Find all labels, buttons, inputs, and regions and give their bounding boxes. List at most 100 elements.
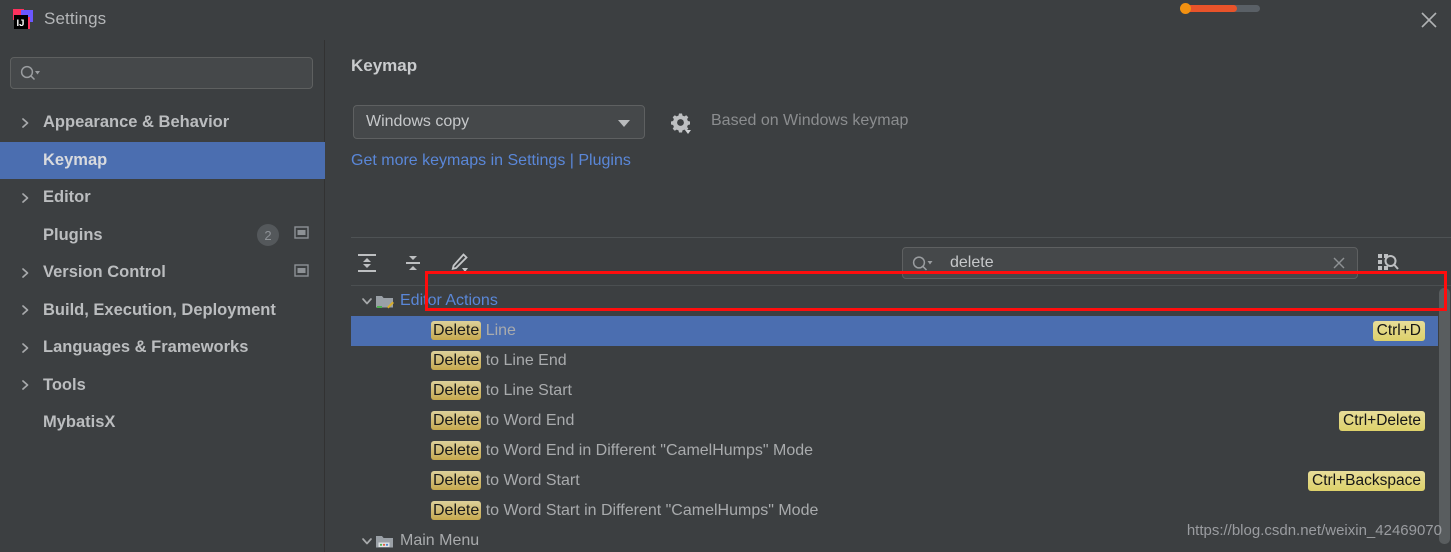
orange-slider[interactable]	[1180, 3, 1260, 14]
collapse-all-icon	[406, 256, 420, 270]
sidebar-item-plugins[interactable]: Plugins 2	[0, 217, 325, 255]
intellij-idea-logo-icon: IJ	[12, 8, 34, 30]
sidebar: Appearance & Behavior Keymap Editor Plugins…	[0, 40, 325, 552]
sidebar-item-label: Build, Execution, Deployment	[43, 300, 276, 319]
chevron-down-icon	[362, 298, 372, 305]
tree-row[interactable]: Delete to Line End	[351, 346, 1451, 376]
find-actions-input[interactable]: delete	[902, 247, 1358, 279]
clear-icon	[1333, 257, 1345, 269]
tree-row[interactable]: Delete to Line Start	[351, 376, 1451, 406]
find-by-shortcut-button[interactable]	[1372, 248, 1402, 278]
panel-window-icon	[294, 264, 309, 282]
expand-chevron[interactable]	[18, 341, 36, 355]
clear-search-button[interactable]	[1331, 255, 1347, 276]
tree-row-label: Delete Line	[431, 321, 516, 340]
sidebar-item-label: Tools	[43, 375, 86, 394]
edit-shortcut-button[interactable]	[443, 247, 475, 279]
expand-chevron[interactable]	[18, 303, 36, 317]
keymap-select-value: Windows copy	[366, 113, 470, 130]
tree-row[interactable]: Delete Line Ctrl+D	[351, 316, 1451, 346]
keymap-tree-rows: Editor Actions Delete Line Ctrl+D Delete to…	[351, 286, 1451, 552]
expand-chevron[interactable]	[359, 534, 375, 548]
sidebar-item-languages-frameworks[interactable]: Languages & Frameworks	[0, 329, 325, 367]
find-actions-value: delete	[950, 254, 994, 271]
window-title: Settings	[44, 9, 107, 28]
sidebar-item-appearance-behavior[interactable]: Appearance & Behavior	[0, 104, 325, 142]
search-match-highlight: Delete	[431, 381, 482, 400]
search-match-highlight: Delete	[431, 441, 482, 460]
keyboard-shortcut-badge: Ctrl+D	[1372, 321, 1425, 341]
search-icon	[19, 64, 41, 87]
based-on-label: Based on Windows keymap	[711, 112, 909, 129]
editor-actions-folder-icon	[375, 293, 394, 310]
sidebar-search-input[interactable]	[10, 57, 313, 89]
chevron-right-icon	[22, 342, 29, 353]
sidebar-item-tools[interactable]: Tools	[0, 367, 325, 405]
tree-scrollbar[interactable]	[1438, 286, 1451, 552]
tree-row-label: Editor Actions	[400, 292, 498, 310]
gear-icon	[671, 113, 691, 134]
sidebar-item-keymap[interactable]: Keymap	[0, 141, 325, 179]
tree-toolbar	[351, 247, 475, 279]
tree-scrollbar-thumb[interactable]	[1439, 288, 1450, 544]
main-menu-folder-icon	[375, 533, 394, 550]
expand-all-icon	[358, 254, 376, 272]
sidebar-item-label: Plugins	[43, 225, 103, 244]
settings-dialog: IJ Settings Appearance & Behavior Keymap…	[0, 0, 1451, 552]
keymap-select[interactable]: Windows copy	[353, 105, 645, 139]
tree-row-label: Delete to Word End in Different "CamelHu…	[431, 441, 813, 460]
tree-row-text: to Word Start in Different "CamelHumps" …	[481, 502, 819, 519]
expand-chevron[interactable]	[18, 266, 36, 280]
sidebar-item-mybatisx[interactable]: MybatisX	[0, 404, 325, 442]
close-button[interactable]	[1415, 6, 1443, 34]
tree-row-label: Main Menu	[400, 532, 479, 550]
expand-all-button[interactable]	[351, 247, 383, 279]
sidebar-item-label: Languages & Frameworks	[43, 338, 249, 357]
tree-row[interactable]: Delete to Word End in Different "CamelHu…	[351, 436, 1451, 466]
search-match-highlight: Delete	[431, 501, 482, 520]
expand-chevron[interactable]	[359, 294, 375, 308]
sidebar-item-label: Keymap	[43, 150, 108, 169]
search-icon	[911, 254, 935, 278]
keymap-tree[interactable]: Editor Actions Delete Line Ctrl+D Delete to…	[351, 285, 1451, 552]
tree-row[interactable]: Delete to Word Start Ctrl+Backspace	[351, 466, 1451, 496]
chevron-right-icon	[22, 305, 29, 316]
expand-chevron[interactable]	[18, 191, 36, 205]
sidebar-item-label: Editor	[43, 188, 91, 207]
tree-row-text: to Word Start	[481, 472, 580, 489]
collapse-all-button[interactable]	[397, 247, 429, 279]
slider-knob[interactable]	[1180, 3, 1191, 14]
sidebar-item-label: MybatisX	[43, 413, 116, 432]
tree-row-text: Editor Actions	[400, 292, 498, 309]
title-bar: IJ Settings	[0, 0, 1451, 40]
expand-chevron[interactable]	[18, 116, 36, 130]
tree-row-label: Delete to Line End	[431, 351, 567, 370]
tree-row-label: Delete to Line Start	[431, 381, 572, 400]
sidebar-item-version-control[interactable]: Version Control	[0, 254, 325, 292]
tree-row-text: Main Menu	[400, 532, 480, 549]
keymap-settings-button[interactable]	[665, 108, 695, 136]
tree-row-text: Line	[481, 322, 516, 339]
sidebar-list: Appearance & Behavior Keymap Editor Plugins…	[0, 104, 325, 442]
chevron-right-icon	[22, 192, 29, 203]
sidebar-item-label: Version Control	[43, 263, 166, 282]
panel-window-icon	[294, 226, 309, 244]
svg-text:IJ: IJ	[17, 18, 25, 29]
chevron-down-icon	[618, 120, 630, 127]
tree-row-label: Delete to Word Start in Different "Camel…	[431, 501, 819, 520]
sidebar-item-build-execution-deployment[interactable]: Build, Execution, Deployment	[0, 292, 325, 330]
expand-chevron[interactable]	[18, 378, 36, 392]
page-title: Keymap	[351, 56, 418, 75]
tree-row[interactable]: Editor Actions	[351, 286, 1451, 316]
tree-row[interactable]: Delete to Word End Ctrl+Delete	[351, 406, 1451, 436]
search-match-highlight: Delete	[431, 351, 482, 370]
sidebar-item-editor[interactable]: Editor	[0, 179, 325, 217]
chevron-right-icon	[22, 267, 29, 278]
edit-pencil-icon	[451, 253, 468, 272]
keyboard-shortcut-badge: Ctrl+Delete	[1339, 411, 1425, 431]
search-match-highlight: Delete	[431, 411, 482, 430]
watermark-text: https://blog.csdn.net/weixin_42469070	[1186, 522, 1442, 539]
get-more-keymaps-link[interactable]: Get more keymaps in Settings | Plugins	[351, 152, 631, 170]
tree-row-label: Delete to Word Start	[431, 471, 580, 490]
close-icon	[1421, 12, 1437, 28]
